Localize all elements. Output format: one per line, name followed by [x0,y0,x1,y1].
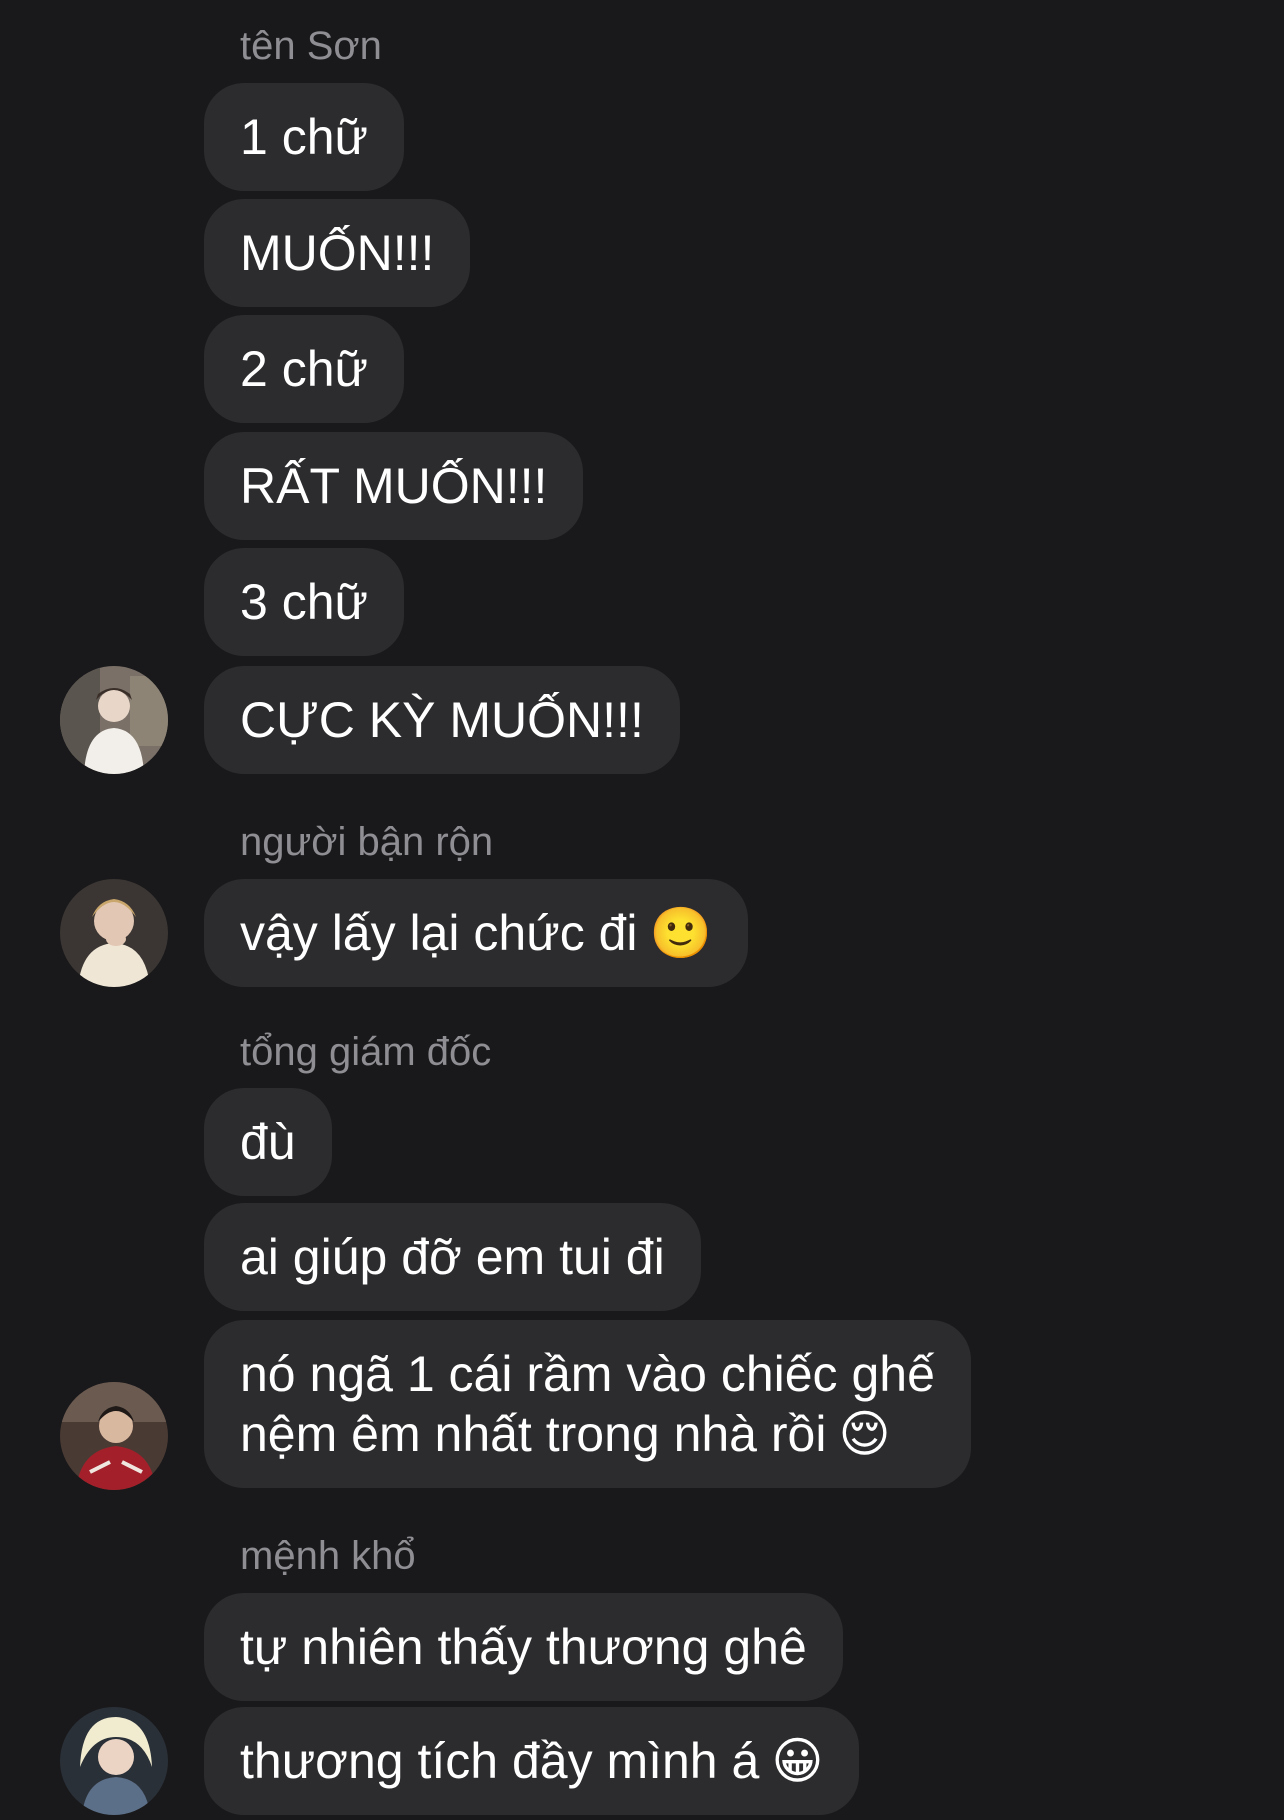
sender-name: mệnh khổ [240,1534,416,1578]
message-bubble[interactable]: thương tích đầy mình á 😀 [204,1707,860,1815]
avatar[interactable] [60,879,168,987]
slightly-smiling-emoji-icon: 🙂 [649,904,712,962]
avatar[interactable] [60,1382,168,1490]
message-bubble[interactable]: vậy lấy lại chức đi 🙂 [204,879,748,987]
message-bubble[interactable]: đù [204,1088,332,1196]
message-bubble[interactable]: 3 chữ [204,548,404,656]
message-text-line: nó ngã 1 cái rầm vào chiếc ghế [240,1346,935,1402]
grinning-face-emoji-icon: 😀 [771,1732,824,1790]
avatar-photo-icon [60,879,168,987]
avatar[interactable] [60,1707,168,1815]
message-bubble[interactable]: MUỐN!!! [204,199,471,307]
message-bubble[interactable]: nó ngã 1 cái rầm vào chiếc ghế nệm êm nh… [204,1320,971,1488]
relieved-face-emoji-icon: 😌 [838,1405,891,1463]
message-text-line: nệm êm nhất trong nhà rồi 😌 [240,1404,891,1464]
message-text: vậy lấy lại chức đi [240,905,638,961]
message-bubble[interactable]: RẤT MUỐN!!! [204,432,584,540]
message-bubble[interactable]: CỰC KỲ MUỐN!!! [204,666,680,774]
sender-name: người bận rộn [240,820,494,864]
message-bubble[interactable]: 2 chữ [204,315,404,423]
message-bubble[interactable]: tự nhiên thấy thương ghê [204,1593,843,1701]
avatar[interactable] [60,666,168,774]
message-bubble[interactable]: ai giúp đỡ em tui đi [204,1203,701,1311]
message-text: thương tích đầy mình á [240,1733,760,1789]
sender-name: tên Sơn [240,24,382,68]
message-text: nệm êm nhất trong nhà rồi [240,1406,827,1462]
avatar-photo-icon [60,1707,168,1815]
avatar-photo-icon [60,1382,168,1490]
avatar-photo-icon [60,666,168,774]
sender-name: tổng giám đốc [240,1030,492,1074]
message-bubble[interactable]: 1 chữ [204,83,404,191]
